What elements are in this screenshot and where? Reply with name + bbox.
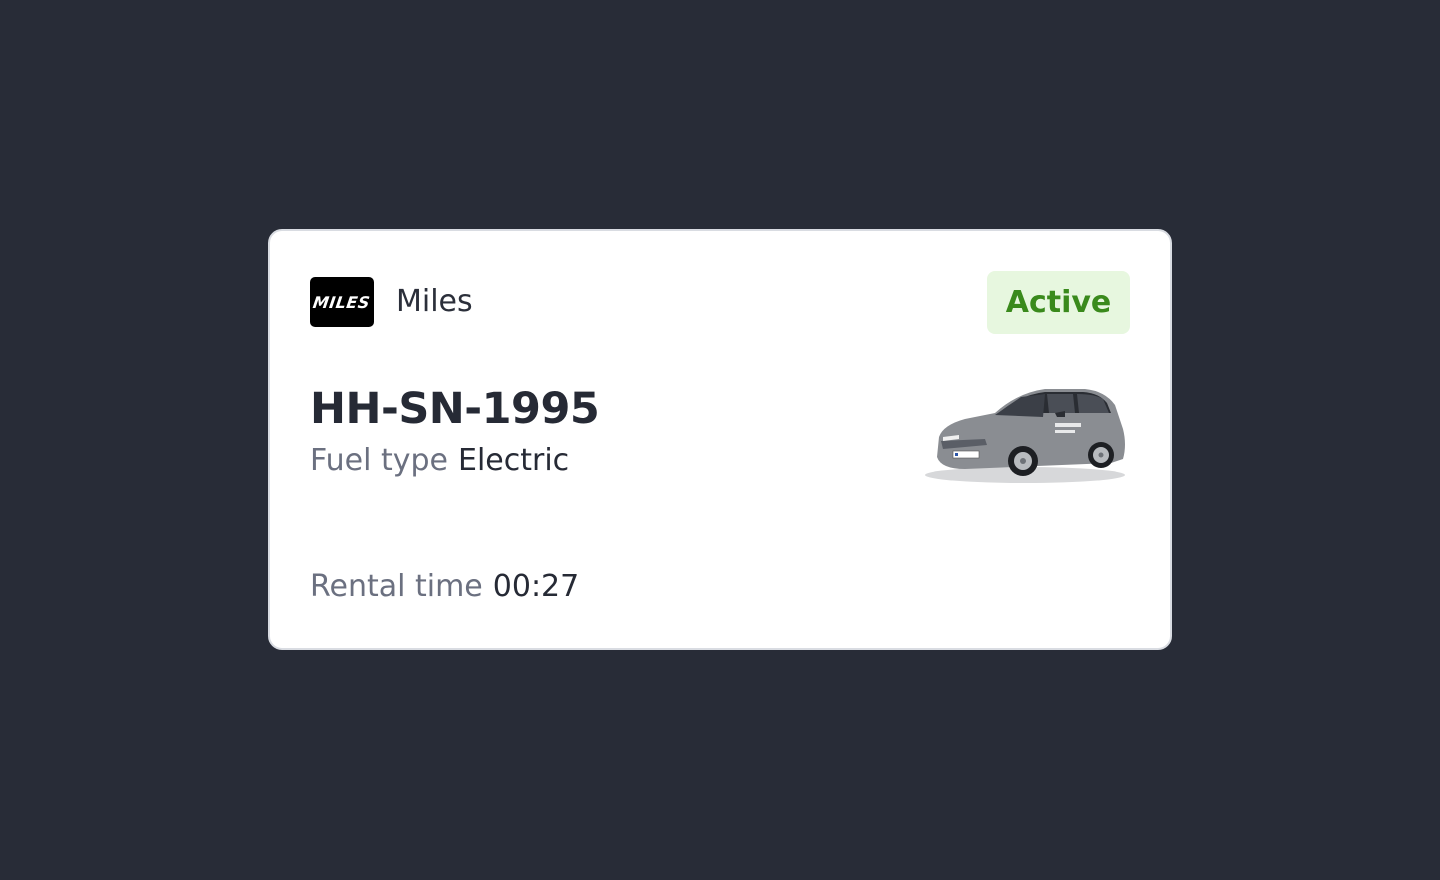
miles-logo: MILES <box>310 277 374 327</box>
provider-name: Miles <box>396 284 473 319</box>
fuel-type-value: Electric <box>457 443 570 478</box>
car-image <box>925 389 1125 483</box>
rental-card[interactable]: MILES Miles Active HH-SN-1995 Fuel type E… <box>268 229 1172 650</box>
rental-time-label: Rental time <box>310 569 483 604</box>
fuel-type-row: Fuel type Electric <box>310 442 569 480</box>
license-plate: HH-SN-1995 <box>310 384 600 434</box>
rental-time-row: Rental time 00:27 <box>310 568 579 606</box>
rental-time-value: 00:27 <box>492 569 580 604</box>
status-badge: Active <box>987 271 1130 334</box>
fuel-type-label: Fuel type <box>310 443 448 478</box>
miles-logo-text: MILES <box>312 292 372 312</box>
